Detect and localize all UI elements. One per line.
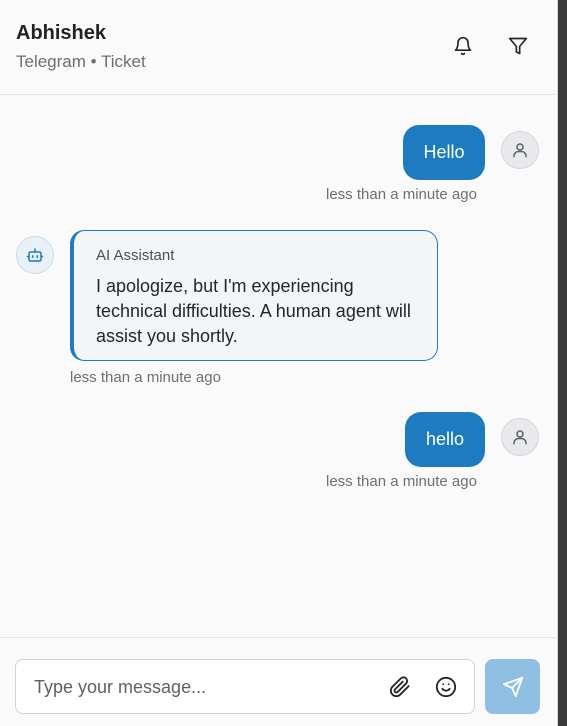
user-message-bubble: Hello [403, 125, 485, 180]
message-timestamp: less than a minute ago [326, 473, 477, 490]
user-avatar [501, 131, 539, 169]
message-input-container [15, 659, 475, 715]
message-composer [0, 637, 558, 726]
message-input[interactable] [32, 660, 376, 715]
bot-sender-label: AI Assistant [96, 247, 175, 264]
filter-button[interactable] [502, 30, 534, 62]
contact-name: Abhishek [16, 22, 107, 44]
chat-header: Abhishek Telegram • Ticket [0, 0, 558, 95]
filter-icon [508, 37, 528, 55]
user-icon [513, 430, 527, 445]
user-icon [513, 143, 527, 158]
paperclip-icon [389, 676, 410, 698]
send-button[interactable] [485, 659, 540, 714]
bell-icon [454, 36, 472, 56]
bot-message-bubble: AI Assistant I apologize, but I'm experi… [70, 230, 438, 361]
message-text: I apologize, but I'm experiencing techni… [96, 276, 411, 346]
message-text: Hello [423, 142, 465, 162]
smiley-icon [435, 676, 457, 698]
message-timestamp: less than a minute ago [326, 186, 477, 203]
attach-button[interactable] [385, 672, 415, 702]
robot-icon [26, 248, 44, 262]
chat-panel: Abhishek Telegram • Ticket Hello less th… [0, 0, 558, 726]
message-text: hello [425, 429, 465, 449]
user-message-bubble: hello [405, 412, 485, 467]
emoji-button[interactable] [431, 672, 461, 702]
bot-avatar [16, 236, 54, 274]
message-timestamp: less than a minute ago [70, 369, 221, 386]
user-avatar [501, 418, 539, 456]
notifications-button[interactable] [447, 30, 479, 62]
contact-channel-info: Telegram • Ticket [16, 52, 146, 71]
send-icon [502, 676, 523, 697]
